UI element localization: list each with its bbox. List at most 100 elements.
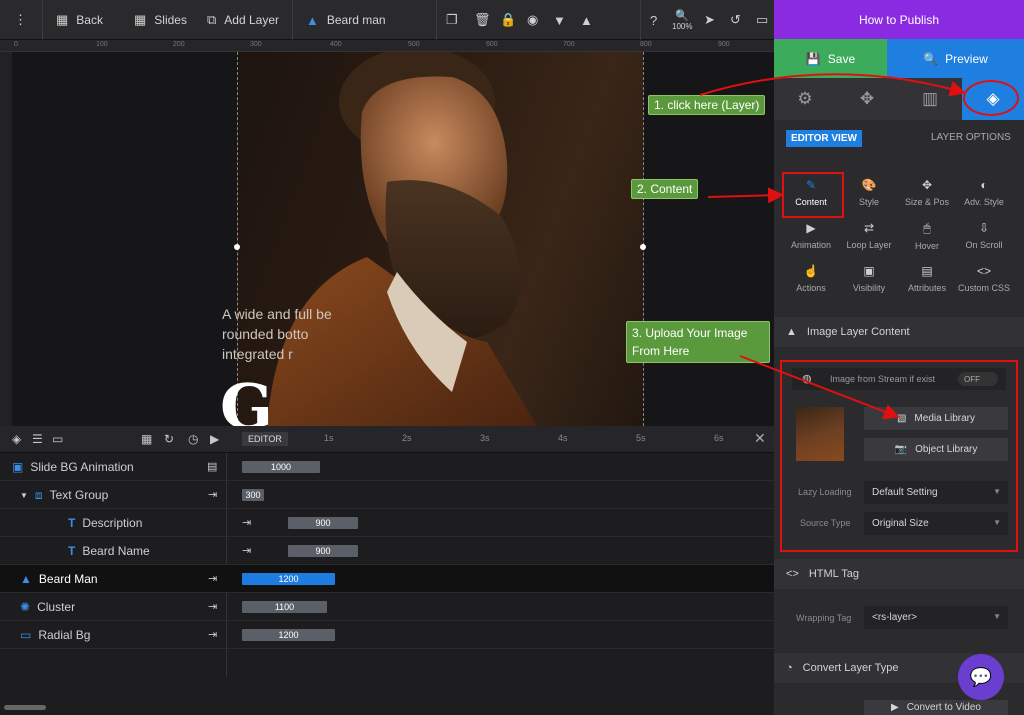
end-icon[interactable]: ⇥ bbox=[242, 516, 251, 529]
current-layer-button[interactable]: ▲ Beard man bbox=[306, 0, 386, 40]
add-layer-button[interactable]: ⧉ Add Layer bbox=[207, 0, 279, 40]
zoom-icon: 🔍 bbox=[675, 10, 690, 22]
option-actions[interactable]: ☝ Actions bbox=[781, 264, 841, 293]
option-hover[interactable]: 🖱 Hover bbox=[897, 221, 957, 251]
timing-bar[interactable]: 900 bbox=[288, 517, 358, 529]
timeline-header: ◈ ☰ ▭ ▦ ↻ ◷ ▶ EDITOR 1s 2s 3s 4s 5s 6s ✕ bbox=[0, 426, 774, 453]
loop-icon: ⇄ bbox=[863, 221, 875, 235]
loop-icon[interactable]: ↻ bbox=[164, 432, 174, 446]
resize-handle-right[interactable] bbox=[640, 244, 646, 250]
horizontal-scrollbar[interactable] bbox=[4, 705, 46, 710]
resize-handle-left[interactable] bbox=[234, 244, 240, 250]
option-visibility[interactable]: ▣ Visibility bbox=[839, 264, 899, 293]
editor-badge[interactable]: EDITOR bbox=[242, 432, 288, 446]
publish-header[interactable]: How to Publish bbox=[774, 0, 1024, 39]
help-icon[interactable]: ? bbox=[650, 0, 657, 40]
end-icon[interactable]: ⇥ bbox=[208, 628, 217, 641]
close-icon[interactable]: ✕ bbox=[754, 430, 766, 447]
navigation-icon[interactable]: ✥ bbox=[836, 78, 898, 120]
option-attributes[interactable]: ▤ Attributes bbox=[897, 264, 957, 293]
beard-man-image[interactable] bbox=[237, 52, 643, 426]
contrast-icon: ◐ bbox=[980, 178, 988, 192]
timing-bar[interactable]: 1000 bbox=[242, 461, 320, 473]
grid-view-icon[interactable]: ▦ bbox=[141, 432, 152, 446]
image-layer-content-section[interactable]: ▲ Image Layer Content bbox=[774, 317, 1024, 347]
visibility-icon[interactable]: ◉ bbox=[527, 0, 538, 40]
layer-options-label: LAYER OPTIONS bbox=[931, 132, 1011, 143]
description-layer[interactable]: A wide and full be rounded botto integra… bbox=[222, 304, 462, 364]
timing-bar[interactable]: 1200 bbox=[242, 573, 335, 585]
timeline-row[interactable]: ✺ Cluster ⇥ 1100 bbox=[0, 593, 774, 621]
timing-bar[interactable]: 300 bbox=[242, 489, 264, 501]
move-up-icon[interactable]: ▲ bbox=[580, 0, 593, 40]
layers-icon[interactable]: ◈ bbox=[12, 432, 21, 446]
option-size-pos[interactable]: ✥ Size & Pos bbox=[897, 178, 957, 207]
timeline-row[interactable]: T Beard Name ⇥ 900 bbox=[0, 537, 774, 565]
pointer-icon[interactable]: ➤ bbox=[704, 0, 715, 40]
image-layer-icon: ▲ bbox=[306, 12, 319, 28]
duplicate-icon[interactable]: ❐ bbox=[446, 0, 458, 40]
gear-icon[interactable]: ⚙ bbox=[774, 78, 836, 120]
annotation-step-2: 2. Content bbox=[631, 179, 699, 199]
menu-icon[interactable]: ⋮ bbox=[14, 0, 27, 40]
grid-icon: ▦ bbox=[56, 12, 69, 27]
option-animation[interactable]: ▶ Animation bbox=[781, 221, 841, 250]
collapse-icon[interactable]: ▼ bbox=[20, 491, 28, 500]
save-button[interactable]: 💾 Save bbox=[774, 39, 887, 78]
chat-icon[interactable]: 💬 bbox=[958, 654, 1004, 700]
timing-bar[interactable]: 900 bbox=[288, 545, 358, 557]
highlight-layers-tab bbox=[963, 80, 1019, 116]
zoom-control[interactable]: 🔍 100% bbox=[672, 0, 692, 40]
end-icon[interactable]: ⇥ bbox=[208, 600, 217, 613]
timing-bar[interactable]: 1100 bbox=[242, 601, 327, 613]
end-icon[interactable]: ⇥ bbox=[208, 488, 217, 501]
back-button[interactable]: ▦ Back bbox=[56, 0, 103, 40]
html-tag-section[interactable]: <> HTML Tag bbox=[774, 559, 1024, 589]
device-icon[interactable]: ▭ bbox=[756, 0, 768, 40]
annotation-step-1: 1. click here (Layer) bbox=[648, 95, 766, 115]
timeline-panel: ◈ ☰ ▭ ▦ ↻ ◷ ▶ EDITOR 1s 2s 3s 4s 5s 6s ✕… bbox=[0, 426, 774, 715]
timeline-row[interactable]: ▣ Slide BG Animation ▤ 1000 bbox=[0, 453, 774, 481]
preview-button[interactable]: 🔍 Preview bbox=[887, 39, 1024, 78]
chevron-down-icon: ▼ bbox=[993, 612, 1001, 621]
annotation-step-3: 3. Upload Your Image From Here bbox=[626, 321, 770, 363]
timeline-row[interactable]: ▼ ⧈ Text Group ⇥ 300 bbox=[0, 481, 774, 509]
code-icon: <> bbox=[976, 264, 991, 278]
move-down-icon[interactable]: ▼ bbox=[553, 0, 566, 40]
option-style[interactable]: 🎨 Style bbox=[839, 178, 899, 207]
editor-view-button[interactable]: EDITOR VIEW bbox=[786, 130, 862, 147]
option-custom-css[interactable]: <> Custom CSS bbox=[954, 264, 1014, 293]
play-icon[interactable]: ▶ bbox=[210, 432, 219, 446]
slides-button[interactable]: ▦ Slides bbox=[134, 0, 187, 40]
save-icon: 💾 bbox=[805, 51, 821, 66]
timer-icon[interactable]: ◷ bbox=[188, 432, 198, 446]
beard-name-layer[interactable]: G bbox=[220, 370, 273, 426]
option-adv-style[interactable]: ◐ Adv. Style bbox=[954, 178, 1014, 207]
option-loop-layer[interactable]: ⇄ Loop Layer bbox=[839, 221, 899, 250]
lock-icon[interactable]: 🔒 bbox=[500, 0, 516, 40]
option-on-scroll[interactable]: ⇩ On Scroll bbox=[954, 221, 1014, 250]
list-icon[interactable]: ☰ bbox=[32, 432, 43, 446]
mouse-icon: 🖱 bbox=[923, 221, 931, 235]
play-icon: ▶ bbox=[806, 221, 816, 235]
end-icon[interactable]: ⇥ bbox=[208, 572, 217, 585]
shape-icon: ▭ bbox=[20, 628, 32, 642]
palette-icon: 🎨 bbox=[861, 178, 877, 192]
timeline-row[interactable]: T Description ⇥ 900 bbox=[0, 509, 774, 537]
timeline-row[interactable]: ▭ Radial Bg ⇥ 1200 bbox=[0, 621, 774, 649]
undo-icon[interactable]: ↺ bbox=[730, 0, 741, 40]
image-icon: ▣ bbox=[12, 460, 24, 474]
delete-icon[interactable]: 🗑 bbox=[474, 0, 491, 40]
timing-bar[interactable]: 1200 bbox=[242, 629, 335, 641]
document-icon: ▤ bbox=[921, 264, 933, 278]
slides-tab-icon[interactable]: ▥ bbox=[899, 78, 961, 120]
group-icon: ⧈ bbox=[34, 487, 43, 502]
wrapping-tag-select[interactable]: <rs-layer> ▼ bbox=[864, 606, 1008, 629]
timeline-row-selected[interactable]: ▲ Beard Man ⇥ 1200 bbox=[0, 565, 774, 593]
end-icon[interactable]: ⇥ bbox=[242, 544, 251, 557]
convert-to-video-button[interactable]: ▶ Convert to Video bbox=[864, 700, 1008, 715]
image-toggle-icon[interactable]: ▤ bbox=[207, 460, 217, 473]
folder-icon[interactable]: ▭ bbox=[52, 432, 63, 446]
add-layer-icon: ⧉ bbox=[207, 12, 217, 27]
slide-image bbox=[237, 52, 643, 426]
